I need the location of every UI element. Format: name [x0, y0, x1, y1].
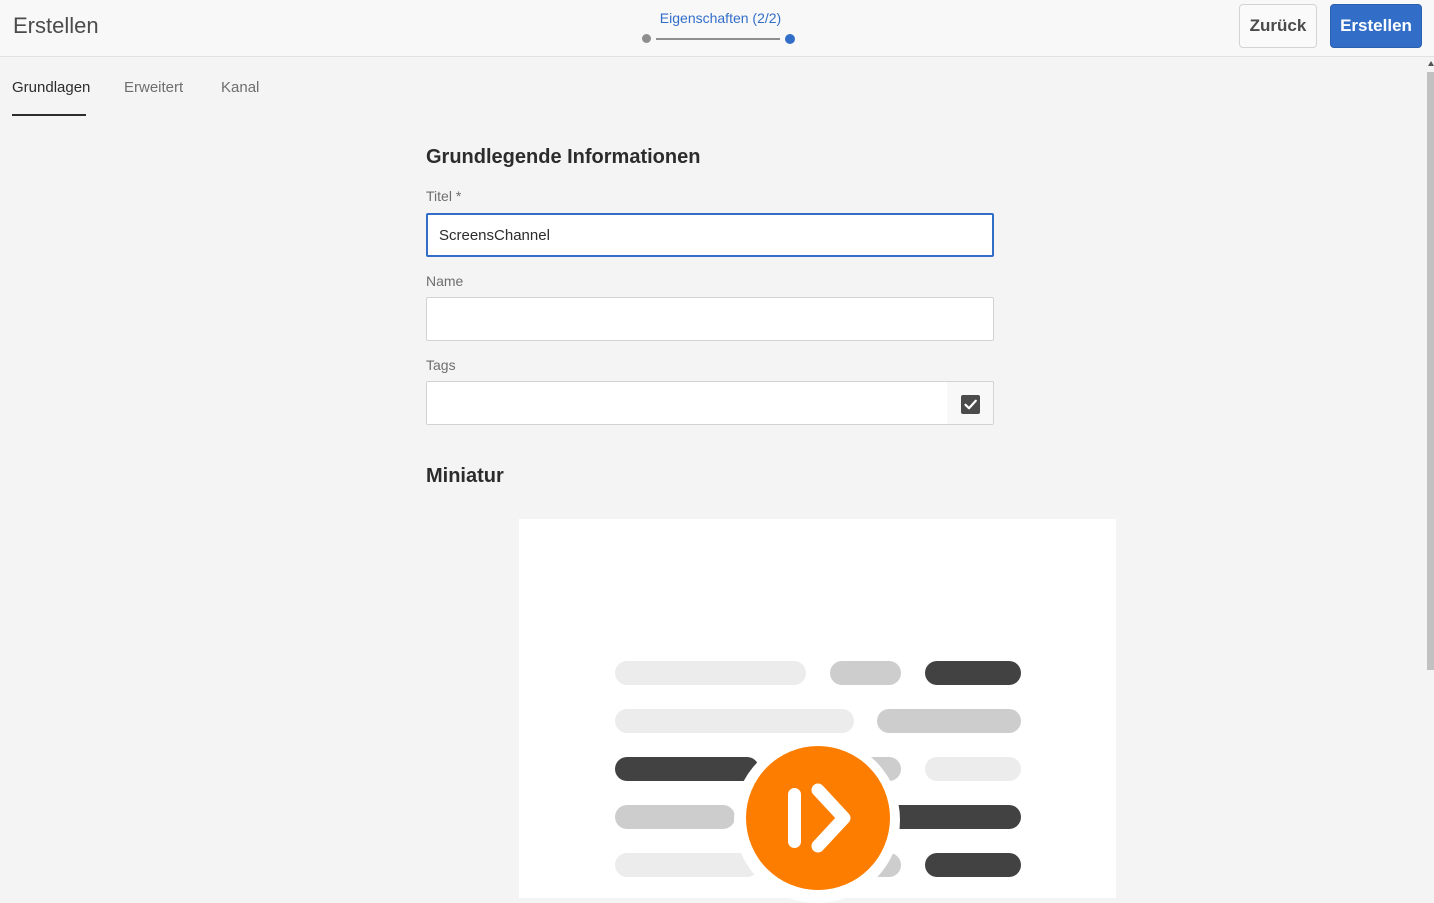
checkmark-square-icon [961, 395, 980, 414]
tab-grundlagen[interactable]: Grundlagen [12, 79, 90, 96]
scrollbar-thumb[interactable] [1427, 72, 1434, 670]
basic-info-heading: Grundlegende Informationen [426, 146, 701, 168]
tags-picker-button[interactable] [947, 381, 994, 425]
placeholder-bar [615, 853, 759, 877]
name-label: Name [426, 273, 464, 289]
placeholder-bar [925, 757, 1021, 781]
title-label: Titel * [426, 188, 462, 204]
tab-erweitert[interactable]: Erweitert [124, 79, 183, 96]
page-title: Erstellen [13, 13, 99, 38]
tags-input[interactable] [426, 381, 948, 425]
play-icon [788, 783, 851, 853]
tab-kanal[interactable]: Kanal [221, 79, 259, 96]
wizard-progress-line [656, 38, 780, 40]
placeholder-bar [615, 757, 759, 781]
tags-label: Tags [426, 357, 456, 373]
placeholder-bar [615, 709, 854, 733]
thumbnail-preview [519, 519, 1116, 903]
play-badge [746, 746, 890, 890]
wizard-step-1-dot [642, 34, 651, 43]
scroll-up-arrow-icon[interactable] [1428, 61, 1434, 66]
wizard-progress: Eigenschaften (2/2) [640, 8, 800, 48]
title-input[interactable] [426, 213, 994, 257]
placeholder-bar [925, 661, 1021, 685]
top-bar: Erstellen Eigenschaften (2/2) Zurück Ers… [0, 0, 1434, 57]
thumbnail-heading: Miniatur [426, 465, 504, 487]
active-tab-indicator [12, 114, 86, 116]
placeholder-bar [615, 661, 806, 685]
name-input[interactable] [426, 297, 994, 341]
wizard-step-label: Eigenschaften (2/2) [659, 10, 782, 26]
placeholder-bar [877, 709, 1021, 733]
back-button[interactable]: Zurück [1239, 4, 1317, 48]
tab-bar: Grundlagen Erweitert Kanal [0, 57, 400, 117]
placeholder-bar [830, 661, 901, 685]
placeholder-bar [925, 853, 1021, 877]
placeholder-bar [615, 805, 735, 829]
wizard-step-2-dot [785, 34, 795, 44]
create-button[interactable]: Erstellen [1330, 4, 1422, 48]
